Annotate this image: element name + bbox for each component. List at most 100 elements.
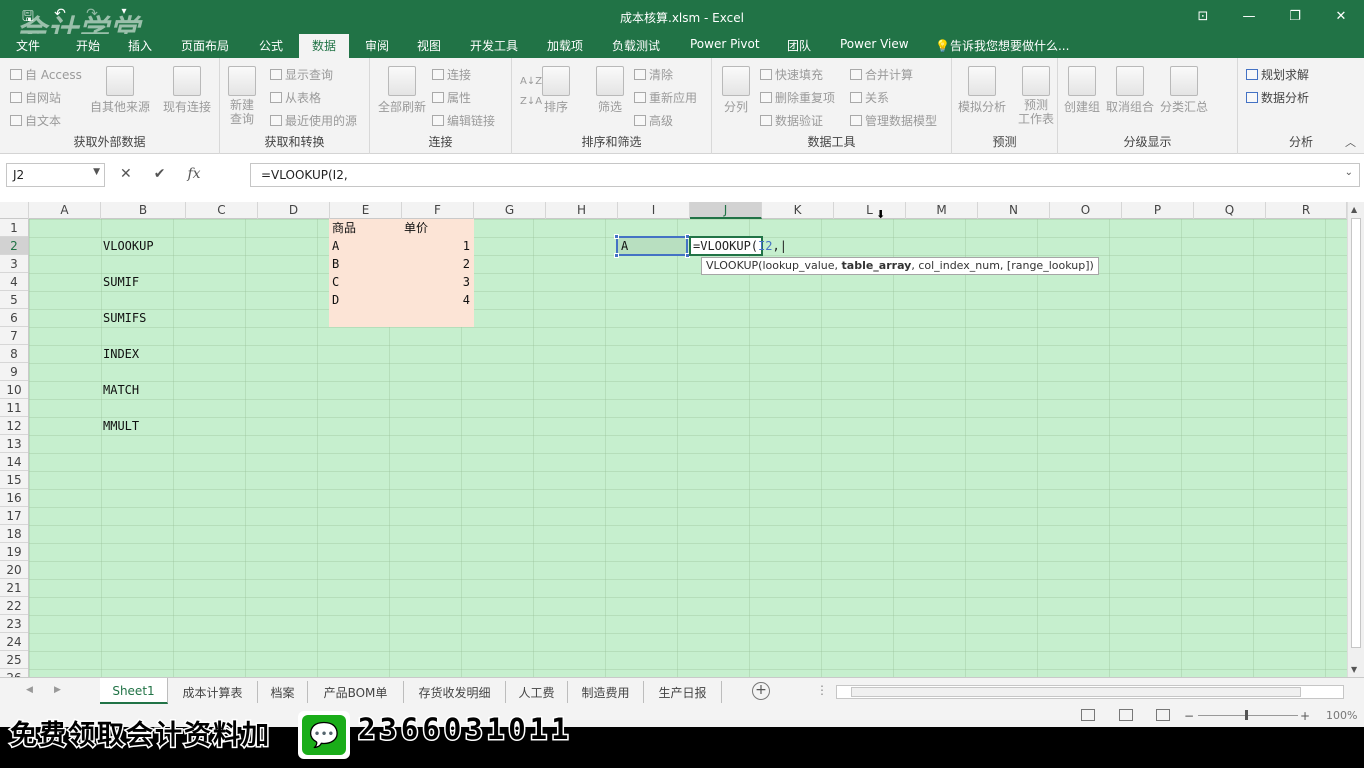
from-access-button[interactable]: 自 Access: [10, 66, 82, 83]
tab-data[interactable]: 数据: [299, 34, 349, 58]
cell-F1[interactable]: 单价: [404, 219, 428, 237]
flash-fill-button[interactable]: 快速填充: [760, 66, 823, 83]
row-header-20[interactable]: 20: [0, 561, 28, 579]
worksheet-grid[interactable]: ABCDEFGHIJKLMNOPQR 1 2 3 4 5 6 7 8 9 10 11 12 13 14 15…: [0, 202, 1347, 677]
subtotal-button[interactable]: 分类汇总: [1160, 66, 1208, 115]
sort-az-button[interactable]: A↓Z Z↓A: [520, 72, 542, 112]
row-header-23[interactable]: 23: [0, 615, 28, 633]
column-header-K[interactable]: K: [762, 202, 834, 219]
column-header-N[interactable]: N: [978, 202, 1050, 219]
solver-button[interactable]: 规划求解: [1246, 66, 1309, 83]
row-header-2[interactable]: 2: [0, 237, 28, 255]
row-header-17[interactable]: 17: [0, 507, 28, 525]
column-header-P[interactable]: P: [1122, 202, 1194, 219]
zoom-out-icon[interactable]: −: [1184, 709, 1194, 723]
row-header-21[interactable]: 21: [0, 579, 28, 597]
row-header-5[interactable]: 5: [0, 291, 28, 309]
sheet-tab-cost-calc[interactable]: 成本计算表: [168, 681, 258, 703]
column-header-L[interactable]: L: [834, 202, 906, 219]
active-cell-editor-J2[interactable]: =VLOOKUP(I2,|: [689, 236, 787, 256]
text-to-columns-button[interactable]: 分列: [722, 66, 750, 115]
what-if-analysis-button[interactable]: 模拟分析: [958, 66, 1006, 115]
cell-B12[interactable]: MMULT: [103, 417, 139, 435]
tooltip-current-arg[interactable]: table_array: [842, 259, 912, 272]
column-header-Q[interactable]: Q: [1194, 202, 1266, 219]
sheet-tab-bom[interactable]: 产品BOM单: [308, 681, 404, 703]
tab-home[interactable]: 开始: [76, 37, 100, 54]
scroll-up-icon[interactable]: ▲: [1351, 205, 1357, 214]
tab-developer[interactable]: 开发工具: [470, 37, 518, 54]
sheet-tab-sheet1[interactable]: Sheet1: [100, 678, 168, 704]
manage-data-model-button[interactable]: 管理数据模型: [850, 112, 937, 129]
row-header-18[interactable]: 18: [0, 525, 28, 543]
cell-E1[interactable]: 商品: [332, 219, 356, 237]
tab-review[interactable]: 审阅: [365, 37, 389, 54]
page-break-view-icon[interactable]: [1156, 709, 1170, 721]
forecast-sheet-button[interactable]: 预测 工作表: [1018, 66, 1054, 126]
cell-B8[interactable]: INDEX: [103, 345, 139, 363]
vertical-scroll-thumb[interactable]: [1351, 218, 1361, 648]
cell-E3[interactable]: B: [332, 255, 339, 273]
add-sheet-icon[interactable]: +: [752, 682, 770, 700]
row-header-7[interactable]: 7: [0, 327, 28, 345]
row-header-1[interactable]: 1: [0, 219, 28, 237]
sort-button[interactable]: 排序: [542, 66, 570, 115]
tell-me-search[interactable]: 💡告诉我您想要做什么...: [935, 37, 1069, 54]
column-header-G[interactable]: G: [474, 202, 546, 219]
tab-page-layout[interactable]: 页面布局: [181, 37, 229, 54]
advanced-filter-button[interactable]: 高级: [634, 112, 673, 129]
column-header-C[interactable]: C: [186, 202, 258, 219]
refresh-all-button[interactable]: 全部刷新: [378, 66, 426, 115]
scroll-down-icon[interactable]: ▼: [1351, 665, 1357, 674]
ref-handle-bl[interactable]: [614, 253, 619, 258]
maximize-button[interactable]: ❐: [1272, 0, 1318, 32]
column-header-M[interactable]: M: [906, 202, 978, 219]
remove-duplicates-button[interactable]: 删除重复项: [760, 89, 835, 106]
minimize-button[interactable]: —: [1226, 0, 1272, 32]
cell-F3[interactable]: 2: [402, 255, 470, 273]
vertical-scrollbar[interactable]: ▲ ▼: [1347, 202, 1364, 677]
sheet-tab-daily[interactable]: 生产日报: [644, 681, 722, 703]
row-header-3[interactable]: 3: [0, 255, 28, 273]
new-query-button[interactable]: 新建 查询: [228, 66, 256, 126]
column-header-H[interactable]: H: [546, 202, 618, 219]
tab-power-view[interactable]: Power View: [840, 37, 909, 51]
tab-split-handle-icon[interactable]: ⋮: [816, 683, 828, 697]
from-text-button[interactable]: 自文本: [10, 112, 61, 129]
cell-B10[interactable]: MATCH: [103, 381, 139, 399]
sheet-tab-overhead[interactable]: 制造费用: [568, 681, 644, 703]
collapse-ribbon-icon[interactable]: ︿: [1345, 134, 1356, 150]
enter-icon[interactable]: ✔: [154, 166, 166, 182]
tab-power-pivot[interactable]: Power Pivot: [690, 37, 760, 51]
column-header-J[interactable]: J: [690, 202, 762, 219]
row-header-4[interactable]: 4: [0, 273, 28, 291]
cell-I2[interactable]: A: [621, 237, 628, 255]
properties-button[interactable]: 属性: [432, 89, 471, 106]
formula-input[interactable]: =VLOOKUP(I2, ⌄: [250, 163, 1360, 187]
consolidate-button[interactable]: 合并计算: [850, 66, 913, 83]
cell-E4[interactable]: C: [332, 273, 339, 291]
row-header-19[interactable]: 19: [0, 543, 28, 561]
row-header-14[interactable]: 14: [0, 453, 28, 471]
from-other-sources-button[interactable]: 自其他来源: [90, 66, 150, 115]
tab-team[interactable]: 团队: [787, 37, 811, 54]
clear-button[interactable]: 清除: [634, 66, 673, 83]
row-header-9[interactable]: 9: [0, 363, 28, 381]
group-button[interactable]: 创建组: [1064, 66, 1100, 115]
column-header-D[interactable]: D: [258, 202, 330, 219]
normal-view-icon[interactable]: [1081, 709, 1095, 721]
sheet-tab-inventory[interactable]: 存货收发明细: [404, 681, 506, 703]
prev-sheet-icon[interactable]: ◀: [26, 685, 33, 695]
tab-view[interactable]: 视图: [417, 37, 441, 54]
column-header-O[interactable]: O: [1050, 202, 1122, 219]
insert-function-icon[interactable]: fx: [187, 166, 200, 182]
expand-formula-icon[interactable]: ⌄: [1345, 167, 1353, 178]
filter-button[interactable]: 筛选: [596, 66, 624, 115]
select-all-corner[interactable]: [0, 202, 29, 219]
data-validation-button[interactable]: 数据验证: [760, 112, 823, 129]
row-header-11[interactable]: 11: [0, 399, 28, 417]
cell-F4[interactable]: 3: [402, 273, 470, 291]
row-header-6[interactable]: 6: [0, 309, 28, 327]
cell-F5[interactable]: 4: [402, 291, 470, 309]
tab-file[interactable]: 文件: [16, 37, 40, 54]
